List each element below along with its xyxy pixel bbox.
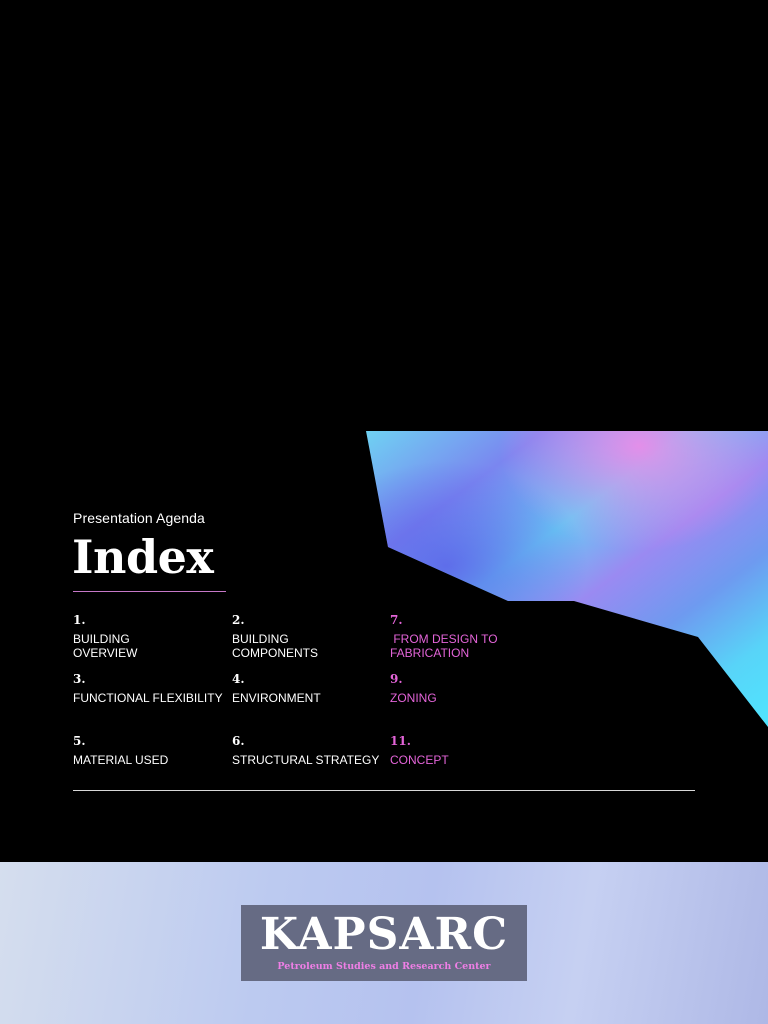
agenda-item-label: BUILDING OVERVIEW <box>73 632 138 660</box>
agenda-item: 3. FUNCTIONAL FLEXIBILITY <box>73 671 231 705</box>
agenda-item-label: STRUCTURAL STRATEGY <box>232 753 380 767</box>
title-divider <box>73 591 226 592</box>
agenda-item: 1. BUILDING OVERVIEW <box>73 612 223 660</box>
agenda-item-number: 1. <box>73 613 86 627</box>
agenda-page: Presentation Agenda Index 1. BUILDING OVE… <box>0 0 768 1024</box>
agenda-item-label: CONCEPT <box>390 753 449 767</box>
agenda-item-label: BUILDING COMPONENTS <box>232 632 319 660</box>
agenda-item: 5. MATERIAL USED <box>73 733 223 767</box>
agenda-item-label: FUNCTIONAL FLEXIBILITY <box>73 691 223 705</box>
agenda-item-number: 3. <box>73 672 86 686</box>
page-title: Index <box>72 530 214 584</box>
agenda-item-label: ENVIRONMENT <box>232 691 321 705</box>
agenda-item: 7. FROM DESIGN TO FABRICATION <box>390 612 540 660</box>
bottom-divider <box>73 790 695 791</box>
agenda-item-label: ZONING <box>390 691 437 705</box>
agenda-item-number: 9. <box>390 672 403 686</box>
agenda-item-number: 5. <box>73 734 86 748</box>
agenda-item: 2. BUILDING COMPONENTS <box>232 612 382 660</box>
agenda-item: 6. STRUCTURAL STRATEGY <box>232 733 382 767</box>
agenda-item: 4. ENVIRONMENT <box>232 671 382 705</box>
agenda-item-number: 4. <box>232 672 245 686</box>
agenda-item: 9. ZONING <box>390 671 540 705</box>
agenda-item-number: 6. <box>232 734 245 748</box>
agenda-subtitle: Presentation Agenda <box>73 510 205 526</box>
agenda-item-number: 11. <box>390 734 411 748</box>
logo-tagline: Petroleum Studies and Research Center <box>277 961 491 972</box>
agenda-item-label: MATERIAL USED <box>73 753 169 767</box>
kapsarc-logo: KAPSARC Petroleum Studies and Research C… <box>241 905 527 981</box>
agenda-item-label: FROM DESIGN TO FABRICATION <box>390 632 498 660</box>
agenda-item: 11. CONCEPT <box>390 733 540 767</box>
agenda-item-number: 7. <box>390 613 403 627</box>
logo-name: KAPSARC <box>259 909 509 960</box>
agenda-item-number: 2. <box>232 613 245 627</box>
